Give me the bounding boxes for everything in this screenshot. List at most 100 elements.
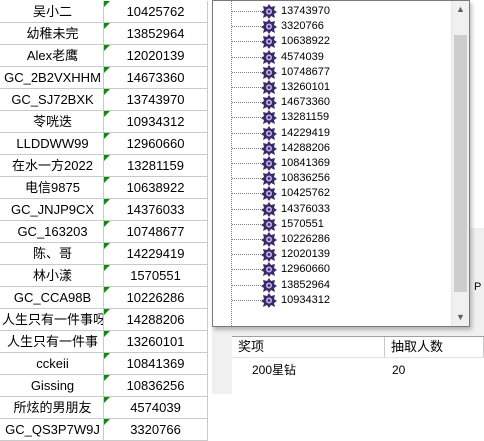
name-cell[interactable]: 在水一方2022 bbox=[0, 155, 104, 177]
id-cell[interactable]: 3320766 bbox=[104, 419, 208, 441]
id-cell[interactable]: 12960660 bbox=[104, 133, 208, 155]
id-cell[interactable]: 13281159 bbox=[104, 155, 208, 177]
tree-node[interactable]: 1570551 bbox=[213, 216, 451, 232]
id-cell[interactable]: 4574039 bbox=[104, 397, 208, 419]
tree-node[interactable]: 10934312 bbox=[213, 292, 451, 308]
tree-connector-line bbox=[232, 163, 261, 164]
name-cell[interactable]: 林小漾 bbox=[0, 265, 104, 287]
tree-node[interactable]: 12020139 bbox=[213, 247, 451, 263]
id-cell[interactable]: 14229419 bbox=[104, 243, 208, 265]
scroll-down-arrow-icon[interactable]: ▼ bbox=[452, 309, 469, 326]
tree-node[interactable]: 10226286 bbox=[213, 232, 451, 247]
name-cell[interactable]: 吴小二 bbox=[0, 1, 104, 23]
tree-node[interactable]: 3320766 bbox=[213, 19, 451, 35]
scrollbar-thumb[interactable] bbox=[454, 35, 467, 292]
tree-node[interactable]: 10638922 bbox=[213, 34, 451, 50]
tree-node[interactable]: 14288206 bbox=[213, 140, 451, 156]
id-cell[interactable]: 10748677 bbox=[104, 221, 208, 243]
id-cell[interactable]: 13260101 bbox=[104, 331, 208, 353]
tree-node[interactable]: 13281159 bbox=[213, 110, 451, 126]
column-header-count[interactable]: 抽取人数 bbox=[385, 337, 484, 357]
name-cell[interactable]: 电信9875 bbox=[0, 177, 104, 199]
badge-icon bbox=[261, 156, 277, 171]
scroll-up-arrow-icon[interactable]: ▲ bbox=[452, 1, 469, 18]
sheet-row[interactable]: LLDDWW99 12960660 bbox=[0, 133, 208, 155]
tree-node[interactable]: 10841369 bbox=[213, 156, 451, 171]
name-cell[interactable]: 人生只有一件事呀 bbox=[0, 309, 104, 331]
id-cell[interactable]: 10226286 bbox=[104, 287, 208, 309]
sheet-row[interactable]: 人生只有一件事呀 14288206 bbox=[0, 309, 208, 331]
name-cell[interactable]: LLDDWW99 bbox=[0, 133, 104, 155]
id-cell[interactable]: 13743970 bbox=[104, 89, 208, 111]
tree-node[interactable]: 14229419 bbox=[213, 125, 451, 141]
sheet-row[interactable]: 陈、哥 14229419 bbox=[0, 243, 208, 265]
name-cell[interactable]: cckeii bbox=[0, 353, 104, 375]
sheet-row[interactable]: GC_163203 10748677 bbox=[0, 221, 208, 243]
badge-icon bbox=[261, 125, 277, 141]
tree-connector-line bbox=[232, 269, 261, 271]
sheet-row[interactable]: GC_SJ72BXK 13743970 bbox=[0, 89, 208, 111]
name-cell[interactable]: 陈、哥 bbox=[0, 243, 104, 265]
id-cell[interactable]: 10934312 bbox=[104, 111, 208, 133]
name-cell[interactable]: GC_SJ72BXK bbox=[0, 89, 104, 111]
name-cell[interactable]: 人生只有一件事 bbox=[0, 331, 104, 353]
tree-connector-line bbox=[232, 117, 261, 119]
tree-node-label: 12960660 bbox=[281, 263, 330, 276]
sheet-row[interactable]: 在水一方2022 13281159 bbox=[0, 155, 208, 177]
tree-connector-line bbox=[232, 56, 261, 58]
name-cell[interactable]: GC_163203 bbox=[0, 221, 104, 243]
sheet-row[interactable]: GC_JNJP9CX 14376033 bbox=[0, 199, 208, 221]
tree-node[interactable]: 10836256 bbox=[213, 171, 451, 187]
sheet-row[interactable]: GC_QS3P7W9J 3320766 bbox=[0, 419, 208, 441]
sheet-row[interactable]: 苓咣迭 10934312 bbox=[0, 111, 208, 133]
sheet-row[interactable]: 吴小二 10425762 bbox=[0, 1, 208, 23]
id-cell[interactable]: 13852964 bbox=[104, 23, 208, 45]
tree-node[interactable]: 13260101 bbox=[213, 80, 451, 95]
tree-connector-line bbox=[232, 223, 261, 225]
badge-icon bbox=[261, 262, 277, 278]
tree-node[interactable]: 4574039 bbox=[213, 49, 451, 65]
tree-node-label: 13852964 bbox=[281, 278, 330, 291]
tree-connector-line bbox=[232, 26, 261, 28]
tree-view-popup[interactable]: 13743970 3320766 10638922 4574039 10748677 13… bbox=[212, 0, 470, 327]
tree-node[interactable]: 10748677 bbox=[213, 64, 451, 80]
tree-node[interactable]: 14376033 bbox=[213, 201, 451, 217]
column-header-prize[interactable]: 奖项 bbox=[232, 337, 385, 357]
vertical-scrollbar[interactable]: ▲ ▼ bbox=[451, 1, 469, 326]
id-cell[interactable]: 1570551 bbox=[104, 265, 208, 287]
id-cell[interactable]: 10638922 bbox=[104, 177, 208, 199]
sheet-row[interactable]: 林小漾 1570551 bbox=[0, 265, 208, 287]
id-cell[interactable]: 10425762 bbox=[104, 1, 208, 23]
tree-node[interactable]: 13852964 bbox=[213, 277, 451, 293]
tree-node[interactable]: 13743970 bbox=[213, 4, 451, 19]
sheet-row[interactable]: 人生只有一件事 13260101 bbox=[0, 331, 208, 353]
tree-node-label: 14673360 bbox=[281, 96, 330, 109]
sheet-row[interactable]: GC_CCA98B 10226286 bbox=[0, 287, 208, 309]
tree-node[interactable]: 10425762 bbox=[213, 186, 451, 202]
name-cell[interactable]: 苓咣迭 bbox=[0, 111, 104, 133]
tree-node[interactable]: 14673360 bbox=[213, 95, 451, 111]
name-cell[interactable]: GC_QS3P7W9J bbox=[0, 419, 104, 441]
name-cell[interactable]: GC_CCA98B bbox=[0, 287, 104, 309]
id-cell[interactable]: 10841369 bbox=[104, 353, 208, 375]
id-cell[interactable]: 14376033 bbox=[104, 199, 208, 221]
sheet-row[interactable]: cckeii 10841369 bbox=[0, 353, 208, 375]
name-cell[interactable]: 幼稚未完 bbox=[0, 23, 104, 45]
tree-node-label: 10425762 bbox=[281, 187, 330, 200]
name-cell[interactable]: Alex老鹰 bbox=[0, 45, 104, 67]
tree-node[interactable]: 12960660 bbox=[213, 262, 451, 278]
id-cell[interactable]: 14673360 bbox=[104, 67, 208, 89]
sheet-row[interactable]: 幼稚未完 13852964 bbox=[0, 23, 208, 45]
sheet-row[interactable]: 电信9875 10638922 bbox=[0, 177, 208, 199]
name-cell[interactable]: GC_JNJP9CX bbox=[0, 199, 104, 221]
name-cell[interactable]: GC_2B2VXHHM bbox=[0, 67, 104, 89]
id-cell[interactable]: 12020139 bbox=[104, 45, 208, 67]
badge-icon bbox=[261, 19, 277, 35]
sheet-row[interactable]: Alex老鹰 12020139 bbox=[0, 45, 208, 67]
sheet-row[interactable]: 所炫的男朋友 4574039 bbox=[0, 397, 208, 419]
sheet-row[interactable]: GC_2B2VXHHM 14673360 bbox=[0, 67, 208, 89]
badge-icon bbox=[261, 4, 277, 19]
id-cell[interactable]: 14288206 bbox=[104, 309, 208, 331]
name-cell[interactable]: 所炫的男朋友 bbox=[0, 397, 104, 419]
tree-node-label: 14288206 bbox=[281, 141, 330, 154]
